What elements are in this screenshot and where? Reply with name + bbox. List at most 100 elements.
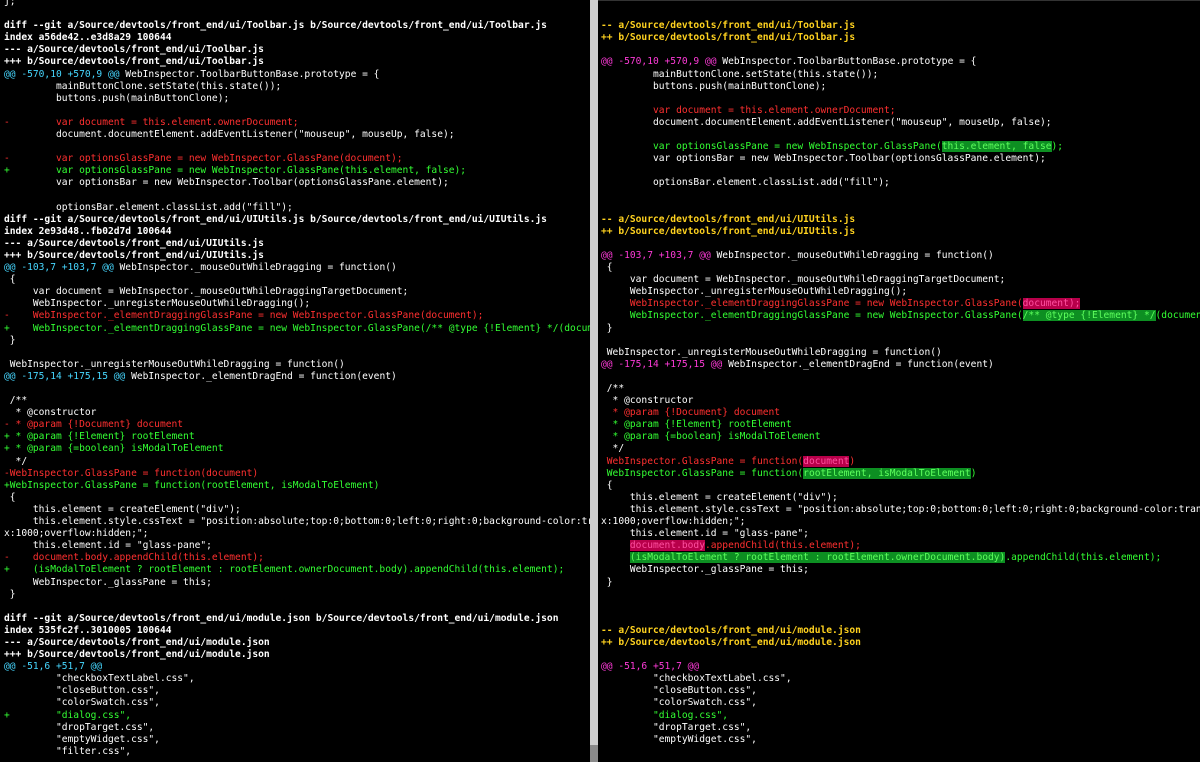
diff-line: WebInspector._unregisterMouseOutWhileDra… [601, 347, 1200, 359]
diff-line-segment: { [601, 479, 613, 491]
diff-line-segment: var document = this.element.ownerDocumen… [601, 104, 896, 116]
diff-line-segment: ++ b/Source/devtools/front_end/ui/module… [601, 636, 861, 648]
diff-line-segment: "colorSwatch.css", [601, 697, 757, 709]
right-diff-pane[interactable]: -- a/Source/devtools/front_end/ui/Toolba… [598, 0, 1200, 762]
diff-line-segment: var document = WebInspector._mouseOutWhi… [4, 286, 409, 298]
diff-line-segment: var optionsBar = new WebInspector.Toolba… [4, 177, 449, 189]
diff-line: @@ -570,10 +570,9 @@ WebInspector.Toolba… [4, 69, 590, 81]
pane-divider[interactable] [590, 0, 598, 762]
diff-line: var document = WebInspector._mouseOutWhi… [4, 286, 590, 298]
diff-line: mainButtonClone.setState(this.state()); [601, 69, 1200, 81]
diff-line: j; [4, 0, 590, 8]
diff-line-segment [601, 552, 630, 563]
diff-line: index 2e93d48..fb02d7d 100644 [4, 226, 590, 238]
diff-line-segment: -WebInspector.GlassPane = function(docum… [4, 467, 259, 479]
diff-line-segment: this.element.id = "glass-pane"; [601, 528, 809, 540]
diff-line-segment: "checkboxTextLabel.css", [4, 673, 195, 685]
diff-line-segment: /** [4, 395, 28, 407]
diff-line: document.documentElement.addEventListene… [4, 129, 590, 141]
diff-line-segment: --- a/Source/devtools/front_end/ui/modul… [4, 636, 270, 648]
diff-line: "checkboxTextLabel.css", [4, 673, 590, 685]
diff-line-segment: -- a/Source/devtools/front_end/ui/module… [601, 624, 861, 636]
diff-line-segment: * @constructor [4, 407, 97, 419]
diff-line: WebInspector._glassPane = this; [601, 564, 1200, 576]
diff-line-segment: ++ b/Source/devtools/front_end/ui/UIUtil… [601, 225, 856, 237]
diff-line: + (isModalToElement ? rootElement : root… [4, 564, 590, 576]
diff-line-segment: @@ -103,7 +103,7 @@ [4, 262, 114, 274]
diff-line-segment: { [4, 491, 16, 503]
diff-line-segment: /** [601, 383, 625, 394]
diff-line [601, 202, 1200, 214]
diff-line: - var document = this.element.ownerDocum… [4, 117, 590, 129]
diff-line: index a56de42..e3d8a29 100644 [4, 32, 590, 44]
diff-line-segment: +WebInspector.GlassPane = function(rootE… [4, 479, 380, 491]
diff-line [4, 105, 590, 117]
diff-line-segment: "dropTarget.css", [4, 721, 155, 733]
diff-line: this.element.style.cssText = "position:a… [4, 516, 590, 528]
diff-line: -- a/Source/devtools/front_end/ui/module… [601, 625, 1200, 637]
right-diff-lines: -- a/Source/devtools/front_end/ui/Toolba… [601, 0, 1200, 746]
diff-line: +++ b/Source/devtools/front_end/ui/Toolb… [4, 56, 590, 68]
diff-line-segment: WebInspector._unregisterMouseOutWhileDra… [601, 286, 908, 298]
diff-line-segment: index a56de42..e3d8a29 100644 [4, 32, 172, 44]
diff-line: diff --git a/Source/devtools/front_end/u… [4, 214, 590, 226]
diff-line-segment: document [1022, 298, 1069, 310]
diff-line: mainButtonClone.setState(this.state()); [4, 81, 590, 93]
diff-line [4, 8, 590, 20]
diff-line: ++ b/Source/devtools/front_end/ui/Toolba… [601, 32, 1200, 44]
diff-line: WebInspector.GlassPane = function(rootEl… [601, 467, 1200, 480]
diff-line [601, 649, 1200, 661]
diff-line: WebInspector._elementDraggingGlassPane =… [601, 298, 1200, 310]
diff-line: "closeButton.css", [601, 685, 1200, 697]
diff-line-segment: diff --git a/Source/devtools/front_end/u… [4, 20, 547, 32]
diff-line-segment: { [4, 274, 16, 286]
diff-line-segment: ++ b/Source/devtools/front_end/ui/Toolba… [601, 32, 856, 44]
diff-line: @@ -570,10 +570,9 @@ WebInspector.Toolba… [601, 56, 1200, 68]
diff-line-segment: index 2e93d48..fb02d7d 100644 [4, 225, 172, 237]
diff-line-segment: rootElement, isModalToElement [803, 467, 971, 479]
diff-line [601, 8, 1200, 20]
diff-line-segment: * [601, 407, 625, 419]
diff-line [601, 165, 1200, 177]
diff-line: buttons.push(mainButtonClone); [4, 93, 590, 105]
diff-line: this.element.id = "glass-pane"; [4, 540, 590, 552]
diff-line-segment: + "dialog.css", [4, 709, 132, 721]
diff-line: "colorSwatch.css", [601, 697, 1200, 709]
diff-line: var optionsBar = new WebInspector.Toolba… [601, 153, 1200, 165]
diff-line-segment: WebInspector._unregisterMouseOutWhileDra… [4, 298, 311, 310]
diff-line-segment: mainButtonClone.setState(this.state()); [4, 80, 282, 92]
diff-line: this.element = createElement("div"); [601, 492, 1200, 504]
diff-line-segment: optionsBar.element.classList.add("fill")… [4, 201, 293, 213]
diff-line: /** [4, 395, 590, 407]
diff-line: buttons.push(mainButtonClone); [601, 81, 1200, 93]
diff-line-segment: --- a/Source/devtools/front_end/ui/UIUti… [4, 237, 264, 249]
diff-line: + * @param {!Element} rootElement [4, 431, 590, 443]
diff-line: - document.body.appendChild(this.element… [4, 552, 590, 564]
diff-line-segment: @@ -51,6 +51,7 @@ [601, 661, 700, 673]
diff-line: index 535fc2f..3010005 100644 [4, 625, 590, 637]
diff-line: { [4, 274, 590, 286]
diff-line-segment: var optionsBar = new WebInspector.Toolba… [601, 153, 1046, 165]
diff-line: @@ -103,7 +103,7 @@ WebInspector._mouseO… [4, 262, 590, 274]
diff-line-segment: */ [4, 455, 28, 467]
diff-line-segment: WebInspector.ToolbarButtonBase.prototype… [716, 56, 977, 68]
diff-line-segment: @param {!Document} document [624, 407, 781, 419]
diff-line: WebInspector._unregisterMouseOutWhileDra… [601, 286, 1200, 298]
diff-line-segment: WebInspector._elementDraggingGlassPane =… [601, 298, 1023, 310]
diff-line-segment: ); [1068, 298, 1081, 310]
scrollbar-thumb[interactable] [590, 745, 598, 762]
diff-line-segment: WebInspector._glassPane = this; [4, 576, 212, 588]
diff-line: * @constructor [4, 407, 590, 419]
diff-line-segment: @@ -570,10 +570,9 @@ [4, 68, 120, 80]
diff-line: --- a/Source/devtools/front_end/ui/modul… [4, 637, 590, 649]
diff-line-segment: * @constructor [601, 395, 694, 407]
diff-line-segment: "emptyWidget.css", [4, 733, 160, 745]
diff-line: var document = WebInspector._mouseOutWhi… [601, 274, 1200, 286]
left-diff-pane[interactable]: j; diff --git a/Source/devtools/front_end… [0, 0, 590, 762]
diff-line-segment: this.element = createElement("div"); [601, 491, 838, 503]
diff-line: this.element = createElement("div"); [4, 504, 590, 516]
diff-line [601, 93, 1200, 105]
diff-line: "closeButton.css", [4, 685, 590, 697]
diff-line: document.documentElement.addEventListene… [601, 117, 1200, 129]
diff-line: @@ -51,6 +51,7 @@ [4, 661, 590, 673]
